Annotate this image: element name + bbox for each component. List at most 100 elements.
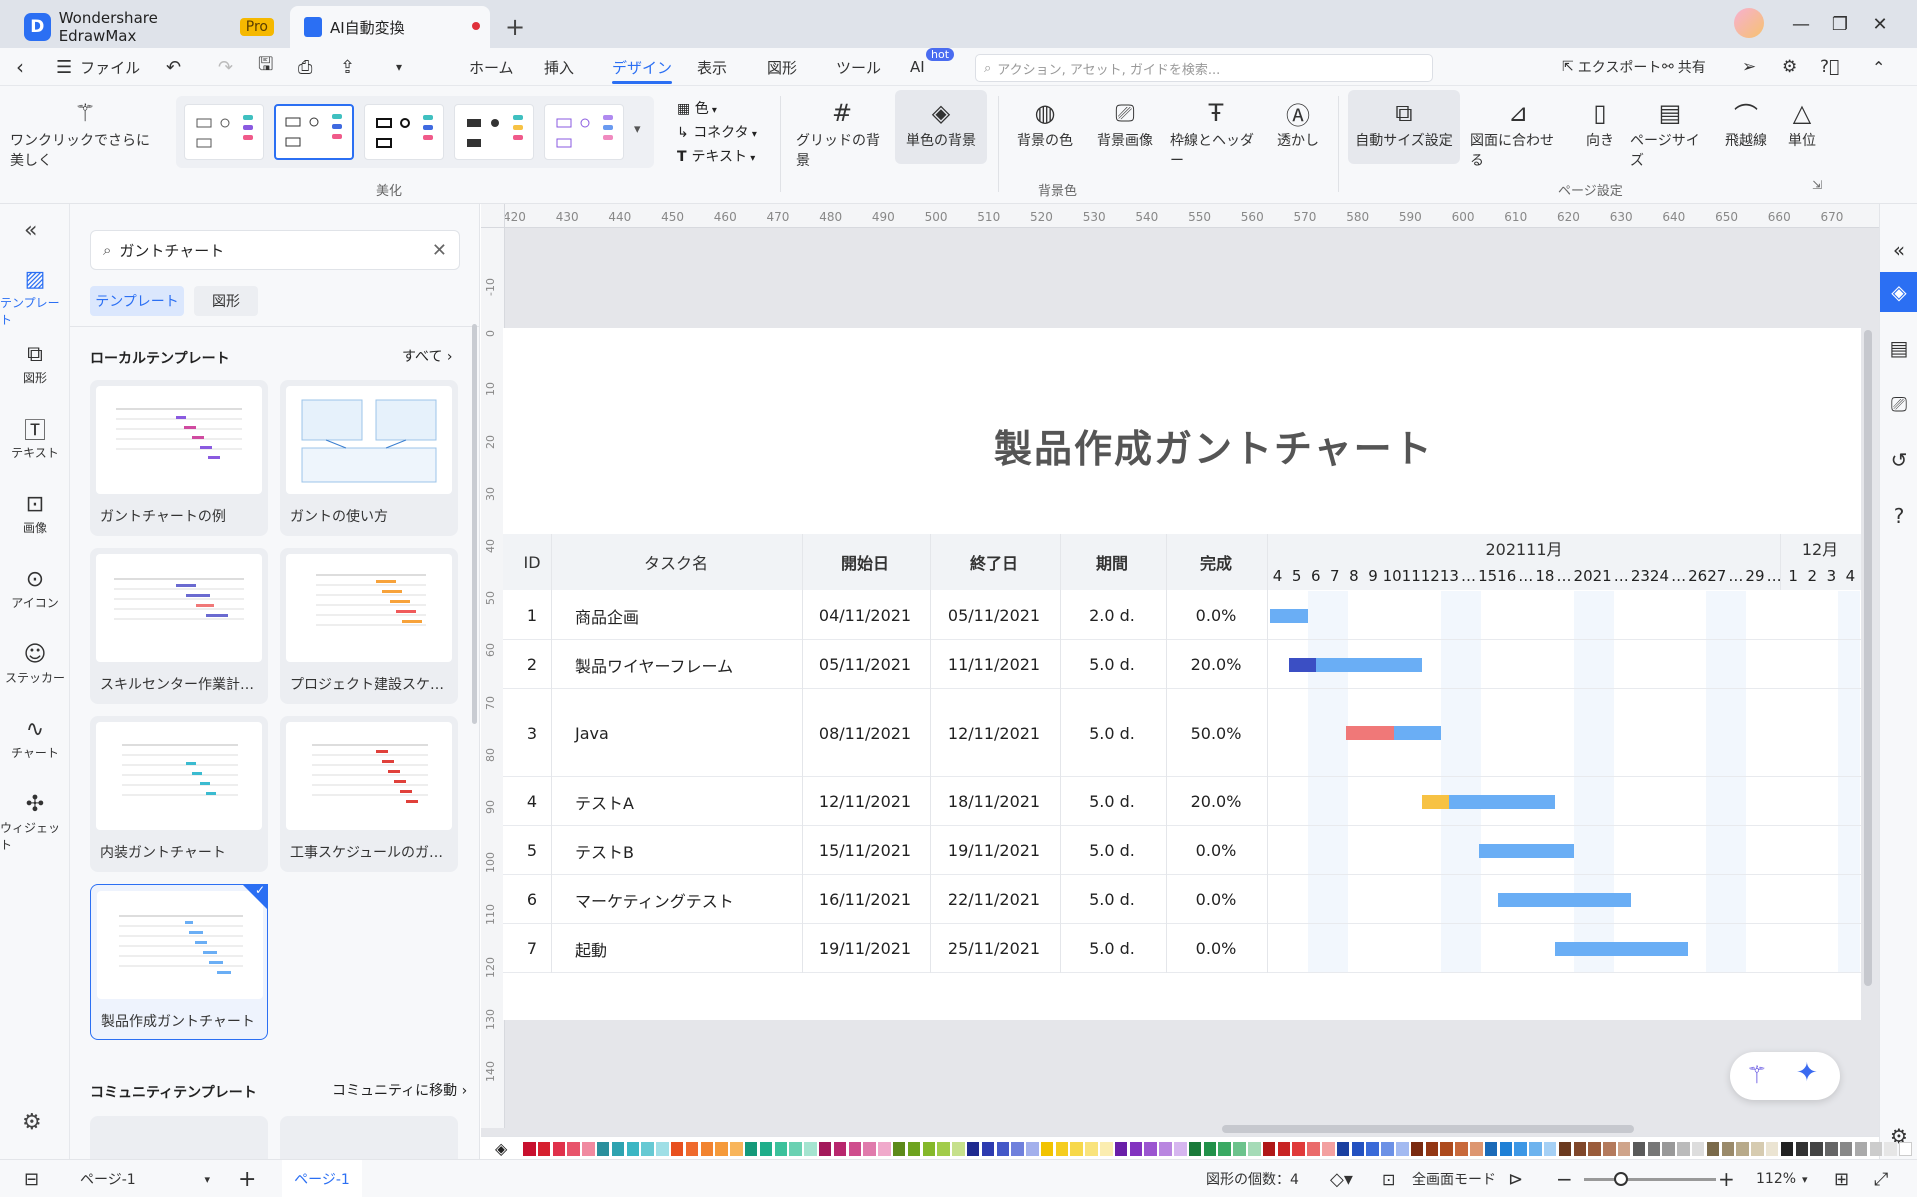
sidebar-item-chart[interactable]: ∿ チャート <box>0 714 70 761</box>
unit-button[interactable]: △ 単位 <box>1780 96 1824 150</box>
color-swatch[interactable] <box>1647 1142 1661 1156</box>
connector-dropdown[interactable]: ↳ コネクタ ▾ <box>677 122 757 142</box>
menu-home[interactable]: ホーム <box>469 48 514 86</box>
color-swatch[interactable] <box>715 1142 728 1156</box>
sidebar-item-text[interactable]: 🅃 テキスト <box>0 414 70 461</box>
page-select[interactable]: ページ-1 ▾ <box>80 1160 210 1197</box>
color-swatch[interactable] <box>966 1142 980 1156</box>
auto-size-button[interactable]: ⧉ 自動サイズ設定 <box>1348 90 1460 164</box>
color-swatch[interactable] <box>833 1142 847 1156</box>
color-swatch[interactable] <box>1188 1142 1202 1156</box>
color-swatch[interactable] <box>730 1142 743 1156</box>
border-header-button[interactable]: Ŧ 枠線とヘッダー <box>1170 96 1262 170</box>
more-quick-icon[interactable]: ▾ <box>396 48 402 86</box>
color-swatch[interactable] <box>552 1142 566 1156</box>
community-link[interactable]: コミュニティに移動 › <box>332 1080 467 1100</box>
text-dropdown[interactable]: T テキスト ▾ <box>677 146 755 166</box>
menu-shape[interactable]: 図形 <box>767 48 797 86</box>
undo-icon[interactable]: ↶ <box>166 48 181 86</box>
fit-drawing-button[interactable]: ⊿ 図面に合わせる <box>1470 96 1566 170</box>
color-swatch[interactable] <box>1248 1142 1261 1156</box>
color-swatch[interactable] <box>892 1142 906 1156</box>
color-swatch[interactable] <box>1470 1142 1483 1156</box>
color-swatch[interactable] <box>1322 1142 1335 1156</box>
app-tab[interactable]: D Wondershare EdrawMax Pro <box>24 6 274 48</box>
one-click-beautify-button[interactable]: ⚚ ワンクリックでさらに美しく <box>10 96 160 170</box>
color-swatch[interactable] <box>1129 1142 1143 1156</box>
play-icon[interactable]: ⊳ <box>1508 1160 1523 1197</box>
color-swatch[interactable] <box>1677 1142 1690 1156</box>
color-swatch[interactable] <box>1603 1142 1616 1156</box>
gantt-title[interactable]: 製品作成ガントチャート <box>994 418 1434 473</box>
history-icon[interactable]: ↺ <box>1880 440 1917 480</box>
panel-scrollbar[interactable] <box>472 324 477 724</box>
color-swatch[interactable] <box>1632 1142 1646 1156</box>
color-swatch[interactable] <box>1277 1142 1291 1156</box>
style-thumb-2[interactable] <box>274 104 354 160</box>
color-swatch[interactable] <box>1159 1142 1172 1156</box>
color-swatch[interactable] <box>1203 1142 1217 1156</box>
watermark-button[interactable]: Ⓐ 透かし <box>1272 96 1324 150</box>
color-swatch[interactable] <box>670 1142 684 1156</box>
menu-design[interactable]: デザイン <box>612 48 673 86</box>
color-swatch[interactable] <box>1617 1142 1631 1156</box>
color-swatch[interactable] <box>1425 1142 1439 1156</box>
back-icon[interactable]: ‹ <box>16 48 24 86</box>
template-card[interactable] <box>280 1116 458 1160</box>
color-swatch[interactable] <box>1706 1142 1720 1156</box>
template-card[interactable] <box>90 1116 268 1160</box>
template-card-selected[interactable]: 製品作成ガントチャート ✓ <box>90 883 268 1040</box>
color-swatch[interactable] <box>1233 1142 1246 1156</box>
color-swatch[interactable] <box>611 1142 625 1156</box>
page-tab-active[interactable]: ページ-1 <box>282 1160 362 1197</box>
fit-page-icon[interactable]: ⊡ <box>1382 1160 1395 1197</box>
color-swatch[interactable] <box>863 1142 876 1156</box>
color-swatch[interactable] <box>1588 1142 1601 1156</box>
gantt-bar[interactable] <box>1270 608 1308 623</box>
unsaved-dot-icon[interactable] <box>472 22 480 30</box>
color-swatch[interactable] <box>1825 1142 1838 1156</box>
page-setup-expand-icon[interactable]: ⇲ <box>1812 178 1822 192</box>
jump-line-button[interactable]: ⌒ 飛越線 <box>1718 96 1774 150</box>
add-page-icon[interactable]: + <box>238 1160 256 1197</box>
color-swatch[interactable] <box>626 1142 640 1156</box>
color-swatch[interactable] <box>1499 1142 1513 1156</box>
template-card[interactable]: プロジェクト建設スケジュール <box>280 548 458 704</box>
close-window-icon[interactable]: ✕ <box>1860 10 1900 38</box>
color-swatch[interactable] <box>1514 1142 1527 1156</box>
color-swatch[interactable] <box>789 1142 802 1156</box>
template-search-input[interactable]: ⌕ ガントチャート ✕ <box>90 230 460 270</box>
color-swatch[interactable] <box>1055 1142 1069 1156</box>
color-swatch[interactable] <box>685 1142 699 1156</box>
style-panel-icon[interactable]: ◈ <box>1880 272 1917 312</box>
style-thumb-5[interactable] <box>544 104 624 160</box>
color-dropdown[interactable]: ▦ 色 ▾ <box>677 98 717 118</box>
color-swatch[interactable] <box>1040 1142 1054 1156</box>
fit-window-icon[interactable]: ⤢ <box>1874 1160 1888 1197</box>
color-swatch[interactable] <box>1262 1142 1276 1156</box>
redo-icon[interactable]: ↷ <box>218 48 233 86</box>
sidebar-item-widget[interactable]: ✣ ウィジェット <box>0 789 70 853</box>
color-swatch[interactable] <box>759 1142 773 1156</box>
page-list-icon[interactable]: ⊟ <box>24 1160 39 1197</box>
color-swatch[interactable] <box>596 1142 610 1156</box>
gallery-expand-icon[interactable]: ▾ <box>634 122 641 137</box>
page-panel-icon[interactable]: ▤ <box>1880 328 1917 368</box>
color-swatch[interactable] <box>1810 1142 1823 1156</box>
new-tab-button[interactable]: + <box>505 6 525 48</box>
color-swatch[interactable] <box>1366 1142 1379 1156</box>
color-swatch[interactable] <box>1114 1142 1128 1156</box>
tab-shape[interactable]: 図形 <box>194 286 258 316</box>
color-swatch[interactable] <box>804 1142 817 1156</box>
color-swatch[interactable] <box>1440 1142 1453 1156</box>
page-size-button[interactable]: ▤ ページサイズ <box>1630 96 1710 170</box>
color-swatch[interactable] <box>1573 1142 1587 1156</box>
color-swatch[interactable] <box>1854 1142 1868 1156</box>
color-swatch[interactable] <box>1336 1142 1350 1156</box>
share-button[interactable]: ⚯ 共有 <box>1662 48 1706 86</box>
color-swatch[interactable] <box>1691 1142 1705 1156</box>
template-card[interactable]: ガントの使い方 <box>280 380 458 536</box>
sidebar-item-icon[interactable]: ⊙ アイコン <box>0 564 70 611</box>
color-swatch[interactable] <box>1543 1142 1557 1156</box>
color-swatch[interactable] <box>567 1142 580 1156</box>
